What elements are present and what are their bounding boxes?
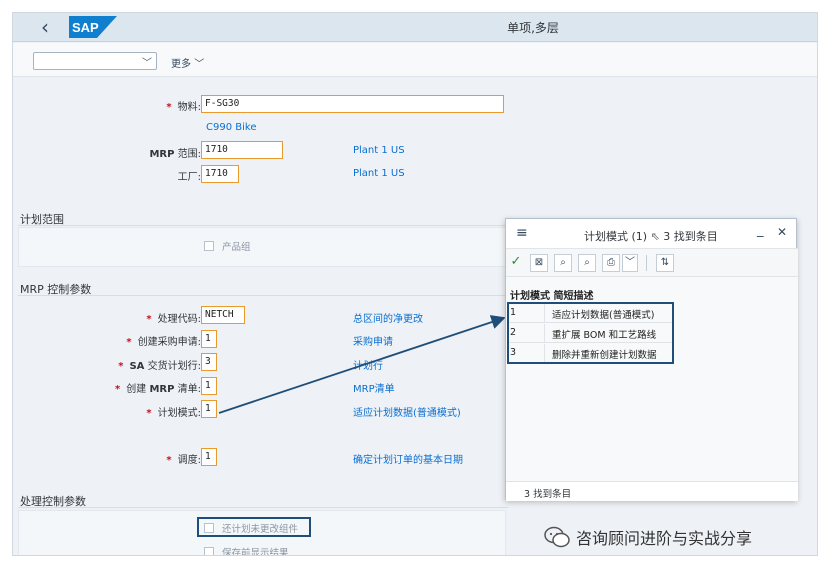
dialog-header: ≡ 计划模式 (1) ⇖ 3 找到条目 _ ✕ (506, 219, 798, 249)
mrp-area-input[interactable]: 1710 (201, 141, 283, 159)
toolbar-separator (646, 255, 647, 271)
search-next-icon[interactable]: ⌕ (578, 254, 596, 272)
search-icon[interactable]: ⌕ (554, 254, 572, 272)
processing-key-input[interactable]: NETCH (201, 306, 245, 324)
watermark: 咨询顾问进阶与实战分享 (544, 523, 752, 551)
confirm-check-icon[interactable]: ✓ (507, 254, 525, 272)
required-icon: * (126, 337, 132, 348)
create-mrp-list-description: MRP清单 (353, 384, 395, 395)
required-icon: * (166, 102, 172, 113)
required-icon: * (115, 384, 121, 395)
chevron-down-icon[interactable]: ﹀ (622, 254, 638, 272)
plant-label: 工厂: (177, 172, 201, 183)
product-group-label: 产品组 (222, 242, 251, 253)
app-window: ‹ SAP 单项,多层 ﹀ 更多 ﹀ * 物料: F-SG30 C990 Bike… (12, 12, 818, 556)
create-purreq-label: * 创建采购申请: (126, 337, 201, 348)
highlight-frame (197, 517, 311, 537)
value-help-dialog: ≡ 计划模式 (1) ⇖ 3 找到条目 _ ✕ ✓ ⊠ ⌕ ⌕ ⎙ ﹀ ⇅ 计划… (505, 218, 798, 501)
scheduling-description: 确定计划订单的基本日期 (353, 455, 463, 466)
sap-logo: SAP (69, 16, 117, 38)
product-group-checkbox[interactable] (204, 241, 214, 251)
logo-text: SAP (72, 20, 99, 35)
dialog-footer: 3 找到条目 (506, 481, 798, 501)
planning-mode-description: 适应计划数据(普通模式) (353, 408, 461, 419)
more-button[interactable]: 更多 ﹀ (171, 55, 204, 70)
required-icon: * (118, 361, 124, 372)
create-mrp-list-label: * 创建 MRP 清单: (115, 384, 201, 395)
section-divider (18, 295, 508, 296)
material-label: * 物料: (166, 102, 201, 113)
create-purreq-input[interactable]: 1 (201, 330, 217, 348)
chevron-down-icon: ﹀ (142, 58, 152, 69)
section-divider (18, 507, 508, 508)
more-label: 更多 (171, 59, 191, 70)
plant-input[interactable]: 1710 (201, 165, 239, 183)
result-list: 计划模式 简短描述 1 适应计划数据(普通模式) 2 重扩展 BOM 和工艺路线… (506, 277, 798, 481)
chevron-down-icon: ﹀ (194, 59, 205, 70)
material-description: C990 Bike (206, 122, 257, 133)
dialog-title: 计划模式 (1) ⇖ 3 找到条目 (584, 230, 718, 243)
variant-select[interactable]: ﹀ (33, 52, 157, 70)
close-button[interactable]: ✕ (777, 225, 787, 239)
planning-mode-label: * 计划模式: (146, 408, 201, 419)
highlight-frame (507, 302, 674, 364)
required-icon: * (146, 314, 152, 325)
dialog-toolbar: ✓ ⊠ ⌕ ⌕ ⎙ ﹀ ⇅ (506, 249, 798, 277)
sa-schedule-input[interactable]: 3 (201, 353, 217, 371)
processing-key-label: * 处理代码: (146, 314, 201, 325)
section-divider (18, 225, 508, 226)
result-count: 3 找到条目 (524, 489, 572, 500)
required-icon: * (146, 408, 152, 419)
planning-mode-input[interactable]: 1 (201, 400, 217, 418)
display-results-checkbox[interactable] (204, 547, 214, 555)
cursor-icon: ⇖ (650, 230, 660, 243)
scheduling-input[interactable]: 1 (201, 448, 217, 466)
create-purreq-description: 采购申请 (353, 337, 393, 348)
back-button[interactable]: ‹ (35, 16, 55, 38)
create-mrp-list-input[interactable]: 1 (201, 377, 217, 395)
table-header: 计划模式 简短描述 (510, 291, 594, 302)
processing-key-description: 总区间的净更改 (353, 314, 423, 325)
minimize-button[interactable]: _ (757, 223, 764, 238)
sa-schedule-label: * SA 交货计划行: (118, 361, 201, 372)
display-results-label: 保存前显示结果 (222, 548, 289, 556)
mrp-area-description: Plant 1 US (353, 145, 405, 156)
sort-icon[interactable]: ⇅ (656, 254, 674, 272)
mrp-area-label: MRP 范围: (149, 149, 201, 160)
sa-schedule-description: 计划行 (353, 361, 383, 372)
required-icon: * (166, 455, 172, 466)
wechat-icon (544, 526, 570, 548)
shell-bar: ‹ SAP 单项,多层 (13, 13, 817, 42)
toolbar: ﹀ 更多 ﹀ (13, 43, 817, 77)
watermark-text: 咨询顾问进阶与实战分享 (576, 529, 753, 548)
plant-description: Plant 1 US (353, 168, 405, 179)
cancel-icon[interactable]: ⊠ (530, 254, 548, 272)
print-icon[interactable]: ⎙ (602, 254, 620, 272)
menu-icon[interactable]: ≡ (516, 225, 528, 241)
scheduling-label: * 调度: (166, 455, 201, 466)
planning-scope-panel (18, 227, 506, 267)
material-input[interactable]: F-SG30 (201, 95, 504, 113)
page-title: 单项,多层 (507, 21, 559, 35)
